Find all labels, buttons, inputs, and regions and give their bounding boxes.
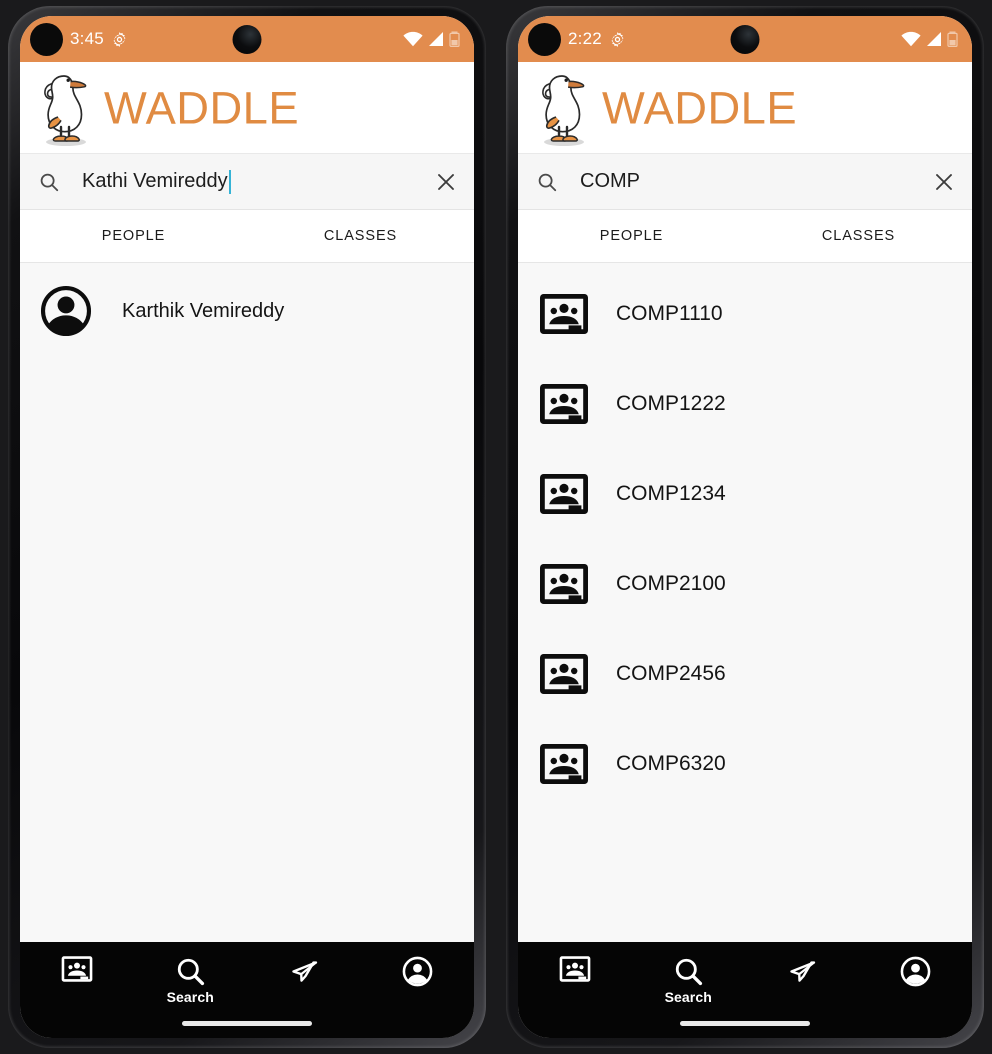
search-tabs-left: PEOPLE CLASSES [20, 210, 474, 263]
search-icon [538, 173, 557, 191]
tab-people[interactable]: PEOPLE [20, 228, 247, 244]
search-bar-right[interactable]: COMP [518, 154, 972, 210]
nav-item-search[interactable]: Search [632, 956, 746, 1005]
search-input[interactable]: Kathi Vemireddy [82, 170, 228, 193]
phone-screen-left: 3:45 WADDLE Kathi Vemireddy PEOPLE CLASS… [20, 16, 474, 1038]
cellular-signal-icon [429, 32, 443, 46]
list-item[interactable]: Karthik Vemireddy [20, 269, 474, 353]
bottom-nav-left: Search [20, 942, 474, 1038]
groups-classroom-icon [540, 654, 588, 694]
duck-mascot-icon [44, 74, 87, 146]
search-results-right: COMP1110 COMP1222 COMP1234 COMP2100 COMP… [518, 263, 972, 942]
nav-label-search: Search [166, 989, 214, 1005]
app-header-left: WADDLE [20, 62, 474, 154]
account-circle-icon [40, 285, 92, 337]
send-paper-plane-icon [790, 961, 815, 982]
battery-icon [947, 31, 958, 47]
camera-punch-hole-icon [528, 22, 561, 56]
nav-item-messages[interactable] [745, 956, 859, 988]
settings-gear-icon [611, 31, 624, 47]
status-bar-left-group: 3:45 [30, 22, 128, 56]
phone-bezel-left: 3:45 WADDLE Kathi Vemireddy PEOPLE CLASS… [8, 6, 486, 1048]
tab-classes[interactable]: CLASSES [247, 228, 474, 244]
table-row-label: COMP1234 [616, 482, 726, 505]
wifi-icon [901, 31, 921, 47]
phone-device-left: 3:45 WADDLE Kathi Vemireddy PEOPLE CLASS… [0, 0, 496, 1054]
groups-classroom-icon [540, 564, 588, 604]
status-time: 2:22 [568, 29, 602, 48]
svg-text:WADDLE: WADDLE [602, 82, 797, 133]
table-row[interactable]: COMP2100 [518, 539, 972, 629]
search-bar-left[interactable]: Kathi Vemireddy [20, 154, 474, 210]
groups-classroom-icon [540, 474, 588, 514]
phone-device-right: 2:22 WADDLE COMP PEOPLE CLASSES COMP1110… [496, 0, 992, 1054]
classroom-icon [559, 956, 591, 982]
search-input-wrapper[interactable]: COMP [580, 170, 922, 193]
table-row[interactable]: COMP1222 [518, 359, 972, 449]
table-row-label: COMP2456 [616, 662, 726, 685]
groups-classroom-icon [540, 744, 588, 784]
text-caret [228, 169, 231, 194]
nav-item-profile[interactable] [361, 956, 475, 989]
bottom-nav-right: Search [518, 942, 972, 1038]
tab-people[interactable]: PEOPLE [518, 228, 745, 244]
search-input[interactable]: COMP [580, 170, 640, 193]
table-row[interactable]: COMP1110 [518, 269, 972, 359]
tab-classes[interactable]: CLASSES [745, 228, 972, 244]
account-circle-icon [402, 956, 433, 987]
front-camera-icon [232, 25, 262, 54]
waddle-wordmark: WADDLE [602, 82, 797, 133]
app-header-right: WADDLE [518, 62, 972, 154]
camera-punch-hole-icon [30, 22, 63, 56]
groups-classroom-icon [540, 384, 588, 424]
search-icon [177, 958, 204, 986]
two-phone-screenshot-comparison: 3:45 WADDLE Kathi Vemireddy PEOPLE CLASS… [0, 0, 992, 1054]
settings-gear-icon [113, 31, 126, 47]
status-bar-right: 2:22 [518, 16, 972, 62]
table-row[interactable]: COMP6320 [518, 719, 972, 809]
account-circle-icon [900, 956, 931, 987]
svg-text:WADDLE: WADDLE [104, 82, 299, 133]
status-time: 3:45 [70, 29, 104, 48]
status-bar-right-group [901, 31, 958, 47]
classroom-icon [61, 956, 93, 982]
phone-screen-right: 2:22 WADDLE COMP PEOPLE CLASSES COMP1110… [518, 16, 972, 1038]
nav-item-messages[interactable] [247, 956, 361, 988]
table-row-label: COMP2100 [616, 572, 726, 595]
list-item-label: Karthik Vemireddy [122, 299, 285, 322]
gesture-home-indicator[interactable] [182, 1021, 312, 1026]
table-row[interactable]: COMP2456 [518, 629, 972, 719]
duck-mascot-icon [542, 74, 585, 146]
groups-classroom-icon [540, 294, 588, 334]
search-input-wrapper[interactable]: Kathi Vemireddy [82, 169, 424, 194]
nav-item-classes[interactable] [20, 956, 134, 984]
search-icon [675, 958, 702, 986]
nav-item-profile[interactable] [859, 956, 973, 989]
nav-label-search: Search [664, 989, 712, 1005]
status-bar-right-group [403, 31, 460, 47]
status-bar-left-group: 2:22 [528, 22, 626, 56]
search-tabs-right: PEOPLE CLASSES [518, 210, 972, 263]
table-row[interactable]: COMP1234 [518, 449, 972, 539]
nav-item-classes[interactable] [518, 956, 632, 984]
table-row-label: COMP6320 [616, 752, 726, 775]
search-results-left: Karthik Vemireddy [20, 263, 474, 942]
cellular-signal-icon [927, 32, 941, 46]
search-icon [40, 173, 59, 191]
battery-icon [449, 31, 460, 47]
table-row-label: COMP1222 [616, 392, 726, 415]
nav-item-search[interactable]: Search [134, 956, 248, 1005]
close-icon[interactable] [434, 170, 458, 194]
status-bar-left: 3:45 [20, 16, 474, 62]
send-paper-plane-icon [292, 961, 317, 982]
close-icon[interactable] [932, 170, 956, 194]
wifi-icon [403, 31, 423, 47]
front-camera-icon [730, 25, 760, 54]
gesture-home-indicator[interactable] [680, 1021, 810, 1026]
table-row-label: COMP1110 [616, 302, 723, 325]
phone-bezel-right: 2:22 WADDLE COMP PEOPLE CLASSES COMP1110… [506, 6, 984, 1048]
waddle-wordmark: WADDLE [104, 82, 299, 133]
